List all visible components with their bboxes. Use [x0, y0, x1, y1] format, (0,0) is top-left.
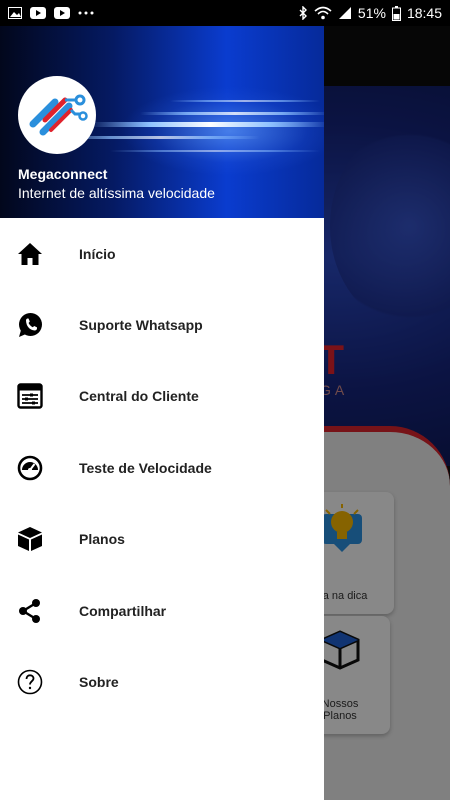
- battery-icon: [391, 5, 401, 21]
- clock: 18:45: [406, 5, 442, 21]
- header-streak: [60, 136, 260, 139]
- menu-label: Compartilhar: [79, 602, 167, 619]
- menu-label: Início: [79, 245, 116, 262]
- more-icon: [78, 11, 94, 15]
- header-streak: [90, 122, 324, 127]
- help-icon: [16, 668, 44, 696]
- drawer-subtitle: Internet de altíssima velocidade: [18, 185, 215, 201]
- menu-item-compartilhar[interactable]: Compartilhar: [0, 575, 324, 646]
- signal-icon: [338, 6, 352, 20]
- status-right: 51% 18:45: [298, 5, 442, 21]
- menu-label: Planos: [79, 531, 125, 548]
- menu-label: Teste de Velocidade: [79, 459, 212, 476]
- header-streak: [170, 100, 320, 102]
- megaconnect-logo-icon: [29, 94, 88, 136]
- bluetooth-icon: [298, 6, 308, 20]
- battery-percent: 51%: [357, 5, 386, 21]
- status-left: [8, 7, 94, 19]
- avatar: [18, 76, 96, 154]
- menu-item-central-do-cliente[interactable]: Central do Cliente: [0, 361, 324, 432]
- menu-label: Sobre: [79, 674, 119, 691]
- menu-label: Suporte Whatsapp: [79, 317, 203, 334]
- menu-item-sobre[interactable]: Sobre: [0, 646, 324, 717]
- drawer-header: Megaconnect Internet de altíssima veloci…: [0, 26, 324, 218]
- menu-item-inicio[interactable]: Início: [0, 218, 324, 289]
- status-bar: 51% 18:45: [0, 0, 450, 26]
- menu-item-suporte-whatsapp[interactable]: Suporte Whatsapp: [0, 289, 324, 360]
- wifi-icon: [314, 6, 332, 20]
- image-icon: [8, 7, 22, 19]
- drawer-title: Megaconnect: [18, 166, 108, 182]
- youtube-icon: [54, 7, 70, 19]
- menu-item-teste-de-velocidade[interactable]: Teste de Velocidade: [0, 432, 324, 503]
- header-streak: [140, 112, 324, 115]
- menu-label: Central do Cliente: [79, 388, 199, 405]
- menu-item-planos[interactable]: Planos: [0, 504, 324, 575]
- drawer-menu: Início Suporte Whatsapp Central do Clien…: [0, 218, 324, 718]
- share-icon: [16, 597, 44, 625]
- whatsapp-icon: [16, 311, 44, 339]
- youtube-icon: [30, 7, 46, 19]
- speedometer-icon: [16, 454, 44, 482]
- navigation-drawer: Megaconnect Internet de altíssima veloci…: [0, 26, 324, 800]
- dashboard-icon: [16, 382, 44, 410]
- header-streak: [110, 150, 320, 152]
- box-icon: [16, 525, 44, 553]
- home-icon: [16, 240, 44, 268]
